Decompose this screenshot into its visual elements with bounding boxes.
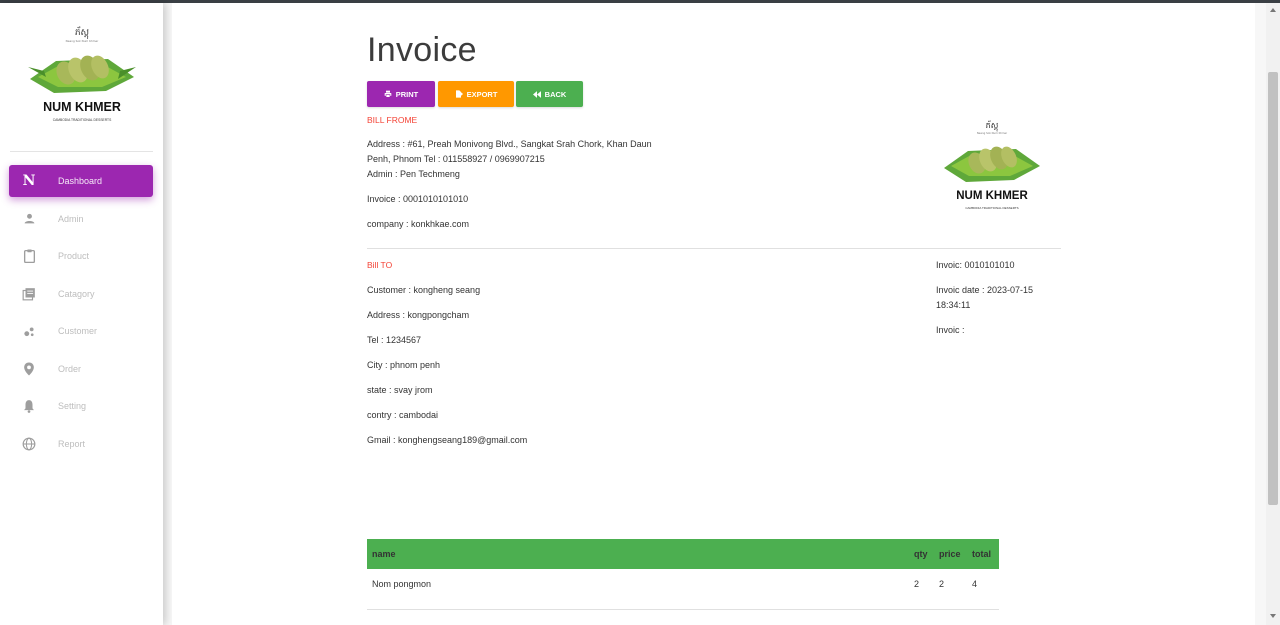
file-export-icon	[455, 90, 463, 98]
library-icon	[21, 286, 37, 302]
bill-from-heading: BILL FROME	[367, 115, 418, 125]
svg-text:CAMBODIA TRADITIONAL DESSERTS: CAMBODIA TRADITIONAL DESSERTS	[965, 206, 1018, 210]
sidebar-item-label: Customer	[58, 326, 98, 336]
items-table-header: name qty price total	[367, 539, 999, 569]
section-divider	[367, 248, 1061, 249]
invoice-blank: Invoic :	[936, 325, 965, 335]
sidebar-item-setting[interactable]: Setting	[9, 390, 153, 422]
bill-to-heading: Bill TO	[367, 260, 393, 270]
table-row: Nom pongmon 2 2 4	[367, 569, 999, 599]
column-header-total: total	[972, 549, 991, 559]
invoice-date: Invoic date : 2023-07-15	[936, 285, 1034, 295]
table-bottom-border	[367, 609, 999, 610]
print-button[interactable]: PRINT	[367, 81, 435, 107]
scroll-down-arrow-icon[interactable]	[1270, 614, 1276, 618]
svg-text:NUM KHMER: NUM KHMER	[43, 100, 121, 114]
page-title: Invoice	[367, 31, 477, 69]
back-button[interactable]: BACK	[516, 81, 583, 107]
sidebar-divider	[10, 151, 153, 152]
bill-from-invoice: Invoice : 0001010101010	[367, 194, 469, 204]
svg-text:Neang Sok Num Khmer: Neang Sok Num Khmer	[977, 131, 1008, 135]
svg-text:CAMBODIA TRADITIONAL DESSERTS: CAMBODIA TRADITIONAL DESSERTS	[53, 118, 112, 122]
sidebar-nav: N Dashboard Admin Product Catagory Custo…	[9, 165, 153, 465]
export-button-label: EXPORT	[466, 89, 498, 99]
bill-from-address-line2: Penh, Phnom Tel : 011558927 / 0969907215	[367, 154, 545, 164]
cell-total: 4	[972, 579, 978, 589]
bill-to-customer: Customer : kongheng seang	[367, 285, 481, 295]
sidebar-item-label: Setting	[58, 401, 87, 411]
bill-to-state: state : svay jrom	[367, 385, 433, 395]
main-content	[172, 3, 1255, 625]
scrollbar-thumb[interactable]	[1268, 72, 1278, 505]
globe-icon	[21, 436, 37, 452]
sidebar-item-label: Admin	[58, 213, 84, 224]
bill-from-admin: Admin : Pen Techmeng	[367, 169, 460, 179]
invoice-time: 18:34:11	[936, 300, 971, 310]
printer-icon	[384, 90, 392, 98]
cell-qty: 2	[914, 579, 920, 589]
svg-text:ភ័ស្តុ: ភ័ស្តុ	[75, 26, 90, 39]
sidebar-item-label: Report	[58, 438, 86, 449]
sidebar-item-label: Dashboard	[58, 176, 103, 186]
back-button-label: BACK	[544, 89, 567, 99]
sidebar-item-label: Order	[58, 363, 82, 374]
sidebar-item-dashboard[interactable]: N Dashboard	[9, 165, 153, 197]
bill-from-address-line1: Address : #61, Preah Monivong Blvd., San…	[367, 139, 652, 149]
sidebar-item-product[interactable]: Product	[9, 240, 153, 272]
cell-price: 2	[939, 579, 945, 589]
bill-to-address: Address : kongpongcham	[367, 310, 470, 320]
column-header-name: name	[372, 549, 396, 559]
clipboard-icon	[21, 248, 37, 264]
svg-text:ភ័ស្តុ: ភ័ស្តុ	[986, 120, 999, 132]
sidebar-item-admin[interactable]: Admin	[9, 203, 153, 235]
svg-text:Neang Sok Num Khmer: Neang Sok Num Khmer	[66, 39, 99, 43]
sidebar-item-customer[interactable]: Customer	[9, 315, 153, 347]
sidebar-item-label: Product	[58, 251, 90, 261]
column-header-price: price	[939, 549, 961, 559]
sidebar: ភ័ស្តុ Neang Sok Num Khmer NUM KHMER CAM…	[0, 3, 163, 625]
sidebar-item-catagory[interactable]: Catagory	[9, 278, 153, 310]
brand-logo[interactable]: ភ័ស្តុ Neang Sok Num Khmer NUM KHMER CAM…	[26, 21, 138, 131]
n-logo-icon: N	[22, 173, 36, 189]
bubbles-icon	[21, 323, 37, 339]
scroll-up-arrow-icon[interactable]	[1270, 8, 1276, 12]
svg-text:NUM KHMER: NUM KHMER	[956, 190, 1028, 202]
person-icon	[21, 211, 37, 227]
bell-icon	[21, 398, 37, 414]
sidebar-item-label: Catagory	[58, 288, 95, 299]
bill-from-company: company : konkhkae.com	[367, 219, 470, 229]
rewind-icon	[532, 90, 541, 98]
column-header-qty: qty	[914, 549, 928, 559]
export-button[interactable]: EXPORT	[438, 81, 514, 107]
sidebar-item-report[interactable]: Report	[9, 428, 153, 460]
bill-to-tel: Tel : 1234567	[367, 335, 422, 345]
sidebar-item-order[interactable]: Order	[9, 353, 153, 385]
location-pin-icon	[21, 361, 37, 377]
bill-to-city: City : phnom penh	[367, 360, 441, 370]
invoice-number: Invoic: 0010101010	[936, 260, 1015, 270]
print-button-label: PRINT	[395, 89, 419, 99]
bill-to-country: contry : cambodai	[367, 410, 439, 420]
cell-name: Nom pongmon	[372, 579, 432, 589]
invoice-brand-logo: ភ័ស្តុ Neang Sok Num Khmer NUM KHMER CAM…	[944, 120, 1040, 210]
bill-to-gmail: Gmail : konghengseang189@gmail.com	[367, 435, 528, 445]
